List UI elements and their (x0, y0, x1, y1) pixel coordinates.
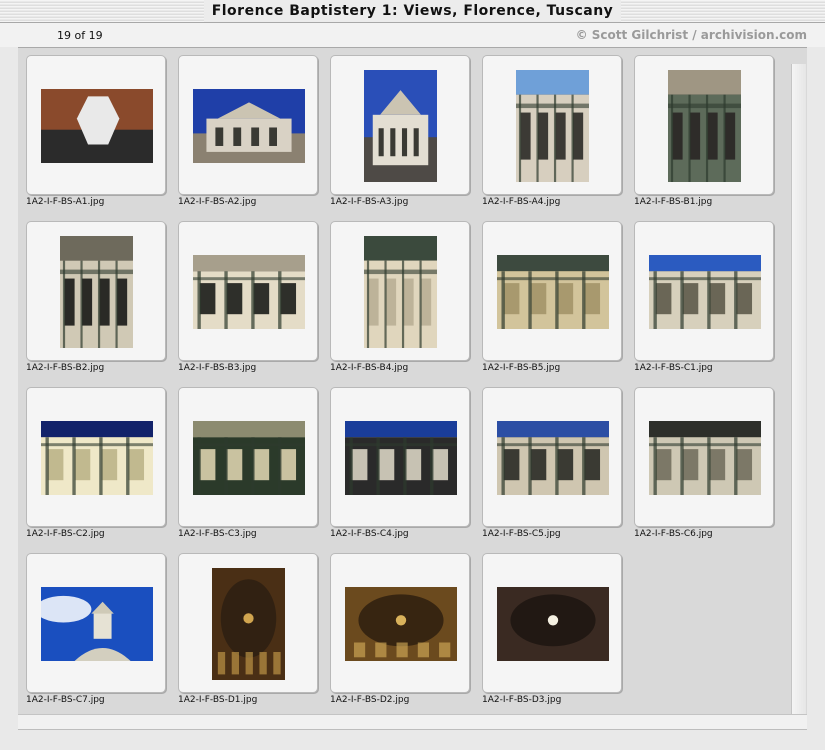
thumbnail-image[interactable] (41, 89, 153, 163)
copyright-credit: © Scott Gilchrist / archivision.com (575, 28, 807, 42)
thumbnail-item[interactable]: 1A2-I-F-BS-C4.jpg (330, 387, 470, 547)
thumbnail-item[interactable]: 1A2-I-F-BS-C5.jpg (482, 387, 622, 547)
thumbnail-frame[interactable] (634, 55, 774, 195)
thumbnail-image[interactable] (497, 587, 609, 661)
thumbnail-image[interactable] (497, 255, 609, 329)
vertical-scrollbar[interactable] (791, 64, 806, 714)
info-bar: 19 of 19 © Scott Gilchrist / archivision… (0, 23, 825, 47)
thumbnail-frame[interactable] (482, 221, 622, 361)
thumbnail-frame[interactable] (634, 387, 774, 527)
thumbnail-item[interactable]: 1A2-I-F-BS-C1.jpg (634, 221, 774, 381)
thumbnail-frame[interactable] (26, 221, 166, 361)
thumbnail-image[interactable] (60, 236, 133, 348)
thumbnail-item[interactable]: 1A2-I-F-BS-C7.jpg (26, 553, 166, 713)
thumbnail-frame[interactable] (178, 55, 318, 195)
thumbnail-item[interactable]: 1A2-I-F-BS-C6.jpg (634, 387, 774, 547)
window-titlebar[interactable]: Florence Baptistery 1: Views, Florence, … (0, 0, 825, 23)
thumbnail-frame[interactable] (330, 221, 470, 361)
thumbnail-frame[interactable] (26, 387, 166, 527)
window-title: Florence Baptistery 1: Views, Florence, … (203, 0, 622, 22)
thumbnail-filename: 1A2-I-F-BS-B1.jpg (634, 197, 713, 207)
thumbnail-filename: 1A2-I-F-BS-C2.jpg (26, 529, 105, 539)
thumbnail-item[interactable]: 1A2-I-F-BS-B1.jpg (634, 55, 774, 215)
thumbnail-item[interactable]: 1A2-I-F-BS-A4.jpg (482, 55, 622, 215)
thumbnail-image[interactable] (364, 236, 437, 348)
thumbnail-filename: 1A2-I-F-BS-A3.jpg (330, 197, 409, 207)
thumbnail-frame[interactable] (634, 221, 774, 361)
thumbnail-image[interactable] (35, 587, 153, 661)
thumbnail-image[interactable] (193, 421, 305, 495)
thumbnail-item[interactable]: 1A2-I-F-BS-D2.jpg (330, 553, 470, 713)
thumbnail-frame[interactable] (178, 553, 318, 693)
thumbnail-image[interactable] (668, 70, 741, 182)
thumbnail-filename: 1A2-I-F-BS-C4.jpg (330, 529, 409, 539)
thumbnail-item[interactable]: 1A2-I-F-BS-A3.jpg (330, 55, 470, 215)
thumbnail-frame[interactable] (482, 553, 622, 693)
thumbnail-image[interactable] (364, 70, 437, 182)
thumbnail-item[interactable]: 1A2-I-F-BS-D3.jpg (482, 553, 622, 713)
thumbnail-frame[interactable] (330, 55, 470, 195)
thumbnail-filename: 1A2-I-F-BS-B2.jpg (26, 363, 105, 373)
thumbnail-item[interactable]: 1A2-I-F-BS-B5.jpg (482, 221, 622, 381)
thumbnail-image[interactable] (193, 255, 305, 329)
thumbnail-filename: 1A2-I-F-BS-C7.jpg (26, 695, 105, 705)
thumbnail-image[interactable] (497, 421, 609, 495)
thumbnail-frame[interactable] (482, 55, 622, 195)
thumbnail-filename: 1A2-I-F-BS-C3.jpg (178, 529, 257, 539)
thumbnail-item[interactable]: 1A2-I-F-BS-A1.jpg (26, 55, 166, 215)
thumbnail-filename: 1A2-I-F-BS-C6.jpg (634, 529, 713, 539)
thumbnail-frame[interactable] (26, 553, 166, 693)
thumbnail-filename: 1A2-I-F-BS-A2.jpg (178, 197, 257, 207)
thumbnail-image[interactable] (345, 587, 457, 661)
thumbnail-image[interactable] (649, 255, 761, 329)
thumbnail-image[interactable] (649, 421, 761, 495)
thumbnail-frame[interactable] (178, 221, 318, 361)
thumbnail-filename: 1A2-I-F-BS-B5.jpg (482, 363, 561, 373)
thumbnail-item[interactable]: 1A2-I-F-BS-D1.jpg (178, 553, 318, 713)
thumbnail-frame[interactable] (330, 387, 470, 527)
horizontal-scrollbar[interactable] (18, 714, 807, 730)
thumbnail-item[interactable]: 1A2-I-F-BS-B2.jpg (26, 221, 166, 381)
thumbnail-frame[interactable] (26, 55, 166, 195)
thumbnail-filename: 1A2-I-F-BS-C1.jpg (634, 363, 713, 373)
thumbnail-filename: 1A2-I-F-BS-B3.jpg (178, 363, 257, 373)
thumbnail-filename: 1A2-I-F-BS-D3.jpg (482, 695, 562, 705)
thumbnail-filename: 1A2-I-F-BS-A1.jpg (26, 197, 105, 207)
thumbnail-image[interactable] (516, 70, 589, 182)
thumbnail-filename: 1A2-I-F-BS-C5.jpg (482, 529, 561, 539)
thumbnail-filename: 1A2-I-F-BS-D1.jpg (178, 695, 258, 705)
thumbnail-frame[interactable] (482, 387, 622, 527)
thumbnail-frame[interactable] (178, 387, 318, 527)
thumbnail-image[interactable] (345, 421, 457, 495)
thumbnail-frame[interactable] (330, 553, 470, 693)
thumbnail-item[interactable]: 1A2-I-F-BS-B4.jpg (330, 221, 470, 381)
thumbnail-image[interactable] (212, 568, 285, 680)
thumbnail-filename: 1A2-I-F-BS-B4.jpg (330, 363, 409, 373)
image-count: 19 of 19 (57, 29, 103, 42)
thumbnail-filename: 1A2-I-F-BS-D2.jpg (330, 695, 410, 705)
thumbnail-image[interactable] (193, 89, 305, 163)
thumbnail-filename: 1A2-I-F-BS-A4.jpg (482, 197, 561, 207)
thumbnail-item[interactable]: 1A2-I-F-BS-C2.jpg (26, 387, 166, 547)
thumbnail-item[interactable]: 1A2-I-F-BS-A2.jpg (178, 55, 318, 215)
thumbnail-image[interactable] (41, 421, 153, 495)
thumbnail-item[interactable]: 1A2-I-F-BS-B3.jpg (178, 221, 318, 381)
thumbnail-item[interactable]: 1A2-I-F-BS-C3.jpg (178, 387, 318, 547)
